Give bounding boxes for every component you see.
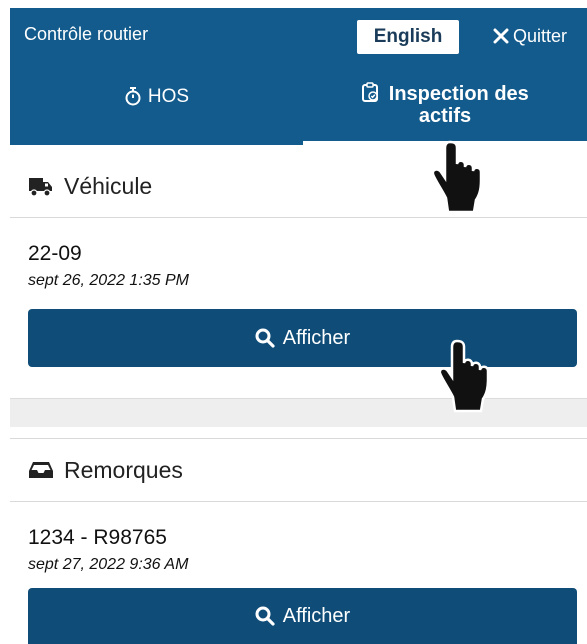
tab-hos[interactable]: HOS xyxy=(10,82,303,146)
close-icon xyxy=(493,28,509,44)
vehicle-view-button[interactable]: Afficher xyxy=(28,309,577,367)
tab-hos-label: HOS xyxy=(147,86,190,107)
language-button[interactable]: English xyxy=(357,20,459,54)
clipboard-check-icon xyxy=(362,82,379,102)
vehicle-section-title: Véhicule xyxy=(64,172,153,199)
top-bar: Contrôle routier English Quitter HOS Ins… xyxy=(10,8,587,145)
trailer-id: 1234 - R98765 xyxy=(28,526,167,549)
tab-inspection[interactable]: Inspection des actifs xyxy=(303,82,587,142)
vehicle-id: 22-09 xyxy=(28,242,82,265)
section-separator xyxy=(10,398,587,427)
quit-label: Quitter xyxy=(513,25,568,46)
trailers-section-title: Remorques xyxy=(64,456,183,483)
vehicle-section-header: Véhicule xyxy=(10,155,587,218)
trailer-view-button[interactable]: Afficher xyxy=(28,588,577,644)
vehicle-date: sept 26, 2022 1:35 PM xyxy=(28,272,189,289)
search-icon xyxy=(255,606,275,626)
trailer-date: sept 27, 2022 9:36 AM xyxy=(28,556,189,573)
hand-pointer-icon xyxy=(438,339,490,413)
quit-button[interactable]: Quitter xyxy=(493,23,567,49)
tab-inspection-label-line2: actifs xyxy=(418,105,472,127)
tab-inspection-label-line1: Inspection des xyxy=(388,83,529,105)
search-icon xyxy=(255,328,275,348)
vehicle-view-button-label: Afficher xyxy=(282,326,351,349)
hand-pointer-icon xyxy=(431,140,483,214)
inbox-icon xyxy=(29,462,53,478)
stopwatch-icon xyxy=(125,87,141,106)
page-title: Contrôle routier xyxy=(24,24,149,44)
trailer-view-button-label: Afficher xyxy=(282,604,351,627)
truck-icon xyxy=(29,178,52,197)
trailers-section-header: Remorques xyxy=(10,438,587,502)
